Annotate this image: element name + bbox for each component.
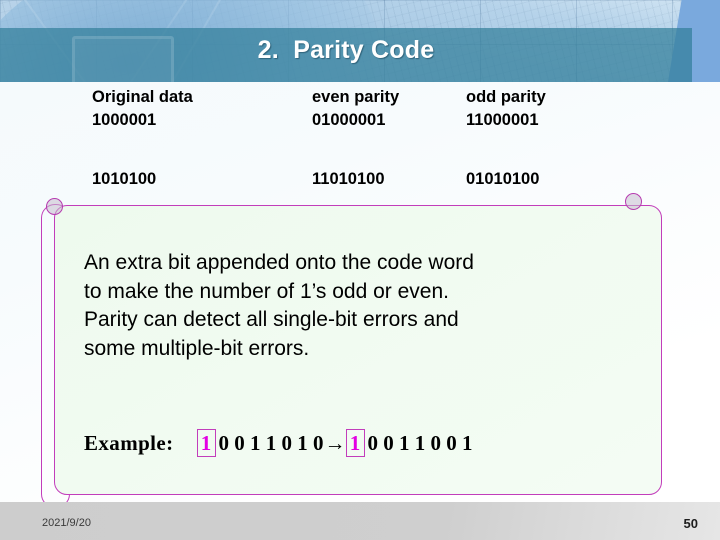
footer-band xyxy=(0,502,720,540)
cell-original-data: 1010100 xyxy=(92,170,157,188)
highlighted-parity-bit-right: 1 xyxy=(345,429,365,457)
shape-adjust-handle-right-icon[interactable] xyxy=(625,193,642,210)
parity-data-table: Original data even parity odd parity 100… xyxy=(92,86,652,191)
column-header-even-parity: even parity xyxy=(312,88,400,106)
cell-even-parity: 11010100 xyxy=(312,170,385,188)
footer-page-number: 50 xyxy=(683,516,698,531)
table-row: 1000001 01000001 11000001 xyxy=(92,109,652,132)
cell-original-data: 1000001 xyxy=(92,111,157,129)
column-header-odd-parity: odd parity xyxy=(466,88,546,106)
slide-header: 2. Parity Code xyxy=(0,0,720,82)
cell-odd-parity: 01010100 xyxy=(466,170,540,188)
slide: 2. Parity Code Original data even parity… xyxy=(0,0,720,540)
slide-title: 2. Parity Code xyxy=(257,36,435,64)
cell-even-parity: 01000001 xyxy=(312,111,386,129)
table-row: 1010100 11010100 01010100 xyxy=(92,168,652,191)
example-line: Example: 1 0 0 1 1 0 1 0 → 1 0 0 1 1 0 0… xyxy=(84,429,473,457)
table-row-spacer xyxy=(92,132,652,168)
example-bits-right: 0 0 1 1 0 0 1 xyxy=(367,430,473,455)
footer-date: 2021/9/20 xyxy=(42,517,91,529)
highlighted-parity-bit-left: 1 xyxy=(196,429,216,457)
column-header-original-data: Original data xyxy=(92,88,193,106)
table-header-row: Original data even parity odd parity xyxy=(92,86,652,109)
shape-adjust-handle-left-icon[interactable] xyxy=(46,198,63,215)
cell-odd-parity: 11000001 xyxy=(466,111,539,129)
example-label: Example: xyxy=(84,430,174,455)
example-bits-left: 0 0 1 1 0 1 0 xyxy=(218,430,324,455)
right-arrow-icon: → xyxy=(324,430,346,455)
body-paragraph: An extra bit appended onto the code word… xyxy=(84,251,474,360)
